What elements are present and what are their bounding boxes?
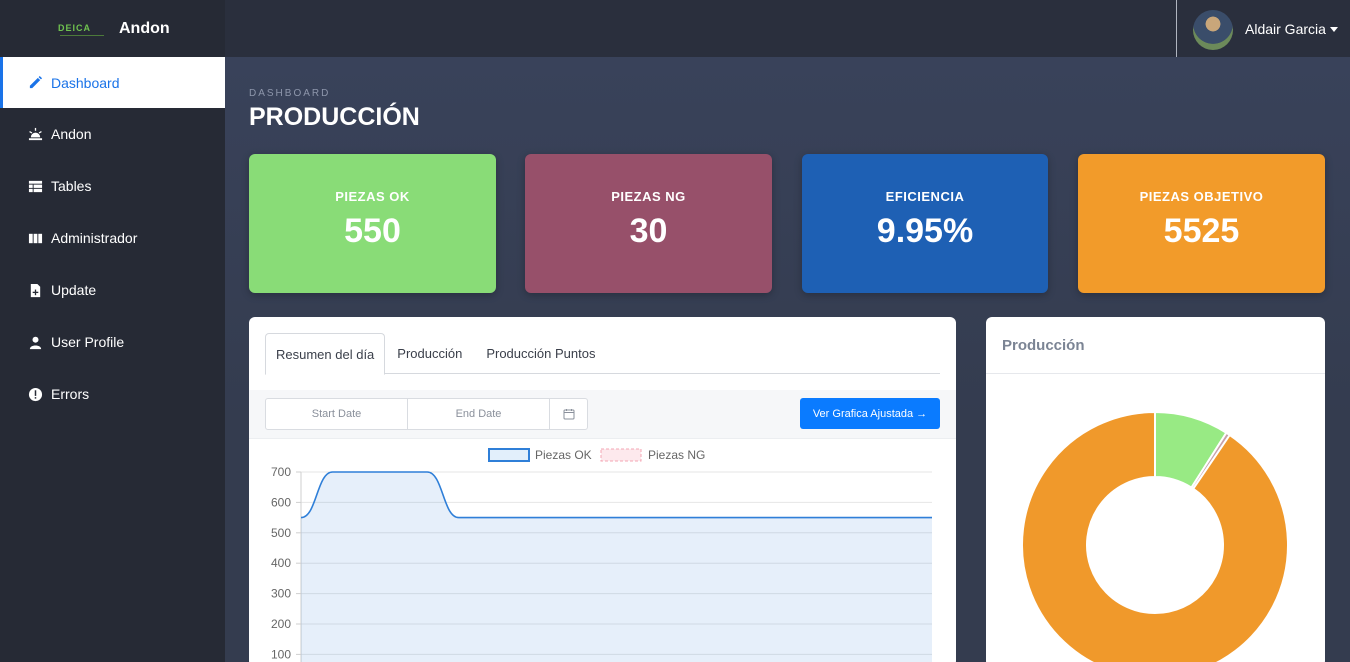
production-donut-card: Producción: [986, 317, 1325, 662]
y-tick-label: 500: [271, 526, 291, 540]
sidebar-item-label: Andon: [51, 126, 92, 142]
tab-resumen-del-dia[interactable]: Resumen del día: [265, 333, 386, 375]
stat-label: PIEZAS OBJETIVO: [1139, 189, 1264, 204]
legend-swatch-piezas-ok[interactable]: [488, 448, 530, 462]
sidebar-item-administrador[interactable]: Administrador: [0, 212, 225, 264]
page-title: PRODUCCIÓN: [249, 103, 420, 131]
sidebar-item-user-profile[interactable]: User Profile: [0, 316, 225, 368]
tab-produccion[interactable]: Producción: [385, 333, 474, 374]
columns-icon: [27, 230, 44, 246]
sidebar: DEICA Andon Dashboard Andon Tables Admin…: [0, 0, 225, 662]
series-area-piezas-ok: [301, 472, 932, 662]
alarm-icon: [27, 126, 44, 142]
y-tick-label: 100: [271, 647, 291, 661]
production-donut-chart: [1021, 410, 1289, 662]
stat-card-piezas-objetivo: PIEZAS OBJETIVO 5525: [1078, 154, 1325, 293]
pencil-icon: [27, 75, 44, 91]
sidebar-item-label: Update: [51, 282, 97, 298]
production-chart-card: Resumen del día Producción Producción Pu…: [249, 317, 956, 662]
file-plus-icon: [27, 282, 44, 298]
stat-value: 9.95%: [876, 212, 974, 250]
brand[interactable]: DEICA Andon: [0, 0, 225, 57]
sidebar-item-dashboard[interactable]: Dashboard: [0, 57, 225, 108]
topbar: Aldair Garcia: [225, 0, 1350, 60]
end-date-input[interactable]: End Date: [408, 399, 550, 429]
table-icon: [27, 178, 44, 194]
stat-label: PIEZAS OK: [335, 189, 410, 204]
donut-title: Producción: [1002, 337, 1085, 354]
stat-value: 5525: [1163, 212, 1240, 250]
date-range-picker: Start Date End Date: [265, 398, 588, 430]
sidebar-item-andon[interactable]: Andon: [0, 108, 225, 160]
stat-value: 550: [344, 212, 401, 250]
page-kicker: DASHBOARD: [249, 88, 331, 99]
sidebar-item-label: Errors: [51, 386, 90, 402]
stat-card-piezas-ng: PIEZAS NG 30: [525, 154, 772, 293]
y-tick-label: 600: [271, 495, 291, 509]
start-date-input[interactable]: Start Date: [266, 399, 408, 429]
tab-produccion-puntos[interactable]: Producción Puntos: [474, 333, 607, 374]
stat-label: PIEZAS NG: [611, 189, 686, 204]
logo-text: DEICA: [58, 22, 92, 33]
chart-toolbar: Start Date End Date Ver Grafica Ajustada…: [249, 390, 956, 439]
legend-swatch-piezas-ng[interactable]: [600, 448, 642, 462]
sidebar-item-update[interactable]: Update: [0, 264, 225, 316]
brand-title: Andon: [119, 19, 170, 37]
legend-label-piezas-ok[interactable]: Piezas OK: [535, 448, 592, 462]
sidebar-item-label: Dashboard: [51, 74, 120, 91]
error-icon: [27, 386, 44, 402]
ver-grafica-ajustada-button[interactable]: Ver Grafica Ajustada →: [800, 398, 940, 429]
user-menu-toggle[interactable]: Aldair Garcia: [1245, 21, 1338, 37]
company-logo: DEICA: [57, 18, 113, 40]
user-name: Aldair Garcia: [1245, 21, 1326, 37]
production-line-chart: Piezas OK Piezas NG 700 600 500 400 300 200 100: [271, 448, 932, 662]
legend-label-piezas-ng[interactable]: Piezas NG: [648, 448, 705, 462]
sidebar-item-label: Tables: [51, 178, 92, 194]
sidebar-item-label: User Profile: [51, 334, 125, 350]
stat-label: EFICIENCIA: [885, 189, 965, 204]
sidebar-item-label: Administrador: [51, 230, 138, 246]
y-tick-label: 700: [271, 465, 291, 479]
sidebar-item-errors[interactable]: Errors: [0, 368, 225, 420]
y-tick-label: 300: [271, 587, 291, 601]
user-icon: [27, 334, 44, 350]
chart-tabs: Resumen del día Producción Producción Pu…: [265, 333, 940, 375]
calendar-icon[interactable]: [550, 399, 587, 429]
topbar-divider: [1176, 0, 1177, 60]
stat-card-eficiencia: EFICIENCIA 9.95%: [802, 154, 1048, 293]
stat-value: 30: [629, 212, 668, 250]
y-tick-label: 400: [271, 556, 291, 570]
avatar[interactable]: [1193, 10, 1233, 50]
main-content: DASHBOARD PRODUCCIÓN PIEZAS OK 550 PIEZA…: [225, 57, 1350, 662]
stat-card-piezas-ok: PIEZAS OK 550: [249, 154, 496, 293]
caret-down-icon: [1329, 26, 1338, 32]
donut-slice-piezas-objetivo[interactable]: [1021, 410, 1289, 662]
sidebar-item-tables[interactable]: Tables: [0, 160, 225, 212]
y-tick-label: 200: [271, 617, 291, 631]
